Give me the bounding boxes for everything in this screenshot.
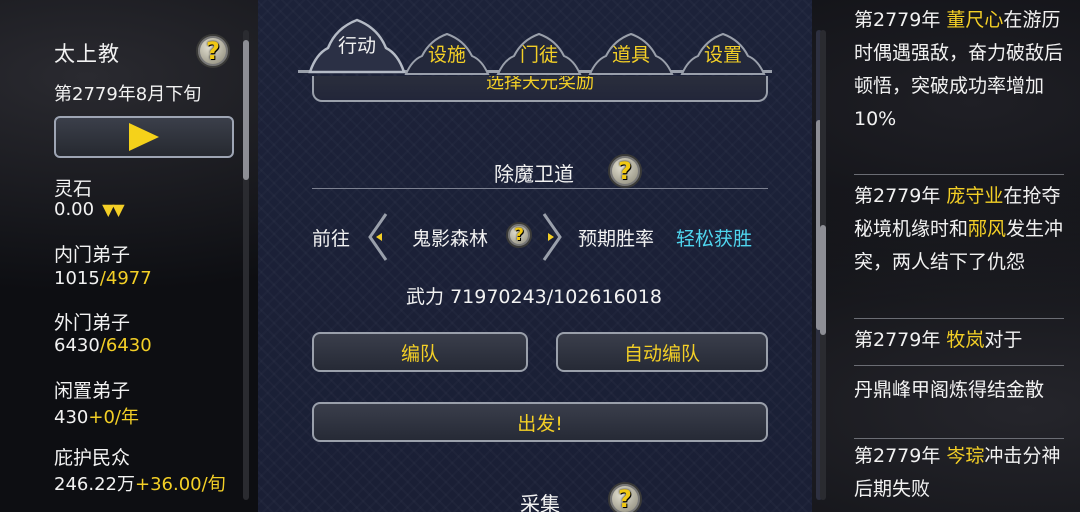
log-entry: 第2779年 庞守业在抢夺秘境机缘时和邴风发生冲突，两人结下了仇怨: [854, 185, 1064, 273]
log-divider: [854, 365, 1064, 366]
spirit-stone-value: 0.00 ▼▼: [54, 199, 125, 220]
outer-disciple-label: 外门弟子: [54, 312, 131, 334]
spirit-stone-label: 灵石: [54, 178, 93, 200]
auto-formation-button[interactable]: 自动编队: [556, 332, 768, 372]
sect-name: 太上教: [54, 42, 120, 66]
location-name: 鬼影森林: [412, 228, 489, 250]
gather-title: 采集: [520, 492, 560, 512]
protected-people-value: 246.22万+36.00/旬: [54, 474, 226, 495]
left-scrollbar[interactable]: [243, 30, 249, 500]
formation-button[interactable]: 编队: [312, 332, 528, 372]
idle-disciple-label: 闲置弟子: [54, 380, 131, 402]
game-date: 第2779年8月下旬: [54, 84, 202, 105]
select-reward-button[interactable]: 选择天元奖励: [312, 76, 768, 102]
location-help-icon[interactable]: ?: [506, 222, 532, 248]
sect-status-panel: 太上教 ? 第2779年8月下旬 灵石 0.00 ▼▼ 内门弟子 1015/497…: [0, 0, 258, 512]
section-divider: [312, 188, 768, 189]
event-log-panel: 第2779年 董尺心在游历时偶遇强敌，奋力破敌后顿悟，突破成功率增加10% 第2…: [812, 0, 1080, 512]
tab-facilities[interactable]: 设施: [404, 30, 490, 76]
next-location-icon[interactable]: [538, 212, 566, 262]
sect-help-icon[interactable]: ?: [196, 34, 230, 68]
advance-time-button[interactable]: [54, 116, 234, 158]
tab-items[interactable]: 道具: [588, 30, 674, 76]
mission-title: 除魔卫道: [494, 162, 574, 186]
tab-settings[interactable]: 设置: [680, 30, 766, 76]
log-divider: [854, 174, 1064, 175]
log-entry: 丹鼎峰甲阁炼得结金散: [854, 379, 1045, 401]
prev-location-icon[interactable]: [364, 212, 392, 262]
idle-disciple-value: 430+0/年: [54, 407, 139, 428]
log-entry: 第2779年 董尺心在游历时偶遇强敌，奋力破敌后顿悟，突破成功率增加10%: [854, 9, 1064, 130]
inner-disciple-label: 内门弟子: [54, 244, 131, 266]
outer-disciple-value: 6430/6430: [54, 335, 152, 356]
action-panel: 选择天元奖励 行动 设施 门徒 道具 设置 除魔卫道 ? 前往 鬼影森林 ? 预…: [258, 0, 822, 512]
left-scroll-thumb[interactable]: [243, 40, 249, 180]
tab-disciples[interactable]: 门徒: [496, 30, 582, 76]
log-scrollbar[interactable]: [820, 30, 826, 500]
log-scroll-thumb[interactable]: [820, 225, 826, 335]
protected-people-label: 庇护民众: [54, 447, 131, 469]
win-rate-label: 预期胜率: [578, 228, 655, 250]
play-icon: [129, 123, 159, 151]
depart-button[interactable]: 出发!: [312, 402, 768, 442]
win-rate-value: 轻松获胜: [676, 228, 753, 250]
log-divider: [854, 318, 1064, 319]
log-entry: 第2779年 牧岚对于: [854, 329, 1023, 351]
inner-disciple-value: 1015/4977: [54, 268, 152, 289]
mission-help-icon[interactable]: ?: [608, 154, 642, 188]
log-divider: [854, 438, 1064, 439]
tab-action[interactable]: 行动: [306, 14, 408, 74]
game-screen: 太上教 ? 第2779年8月下旬 灵石 0.00 ▼▼ 内门弟子 1015/497…: [0, 0, 1080, 512]
gather-help-icon[interactable]: ?: [608, 482, 642, 512]
military-power: 武力 71970243/102616018: [406, 286, 662, 308]
goto-label: 前往: [312, 228, 351, 250]
log-entry: 第2779年 岑琮冲击分神后期失败: [854, 445, 1061, 500]
decrease-arrows-icon: ▼▼: [102, 200, 125, 219]
